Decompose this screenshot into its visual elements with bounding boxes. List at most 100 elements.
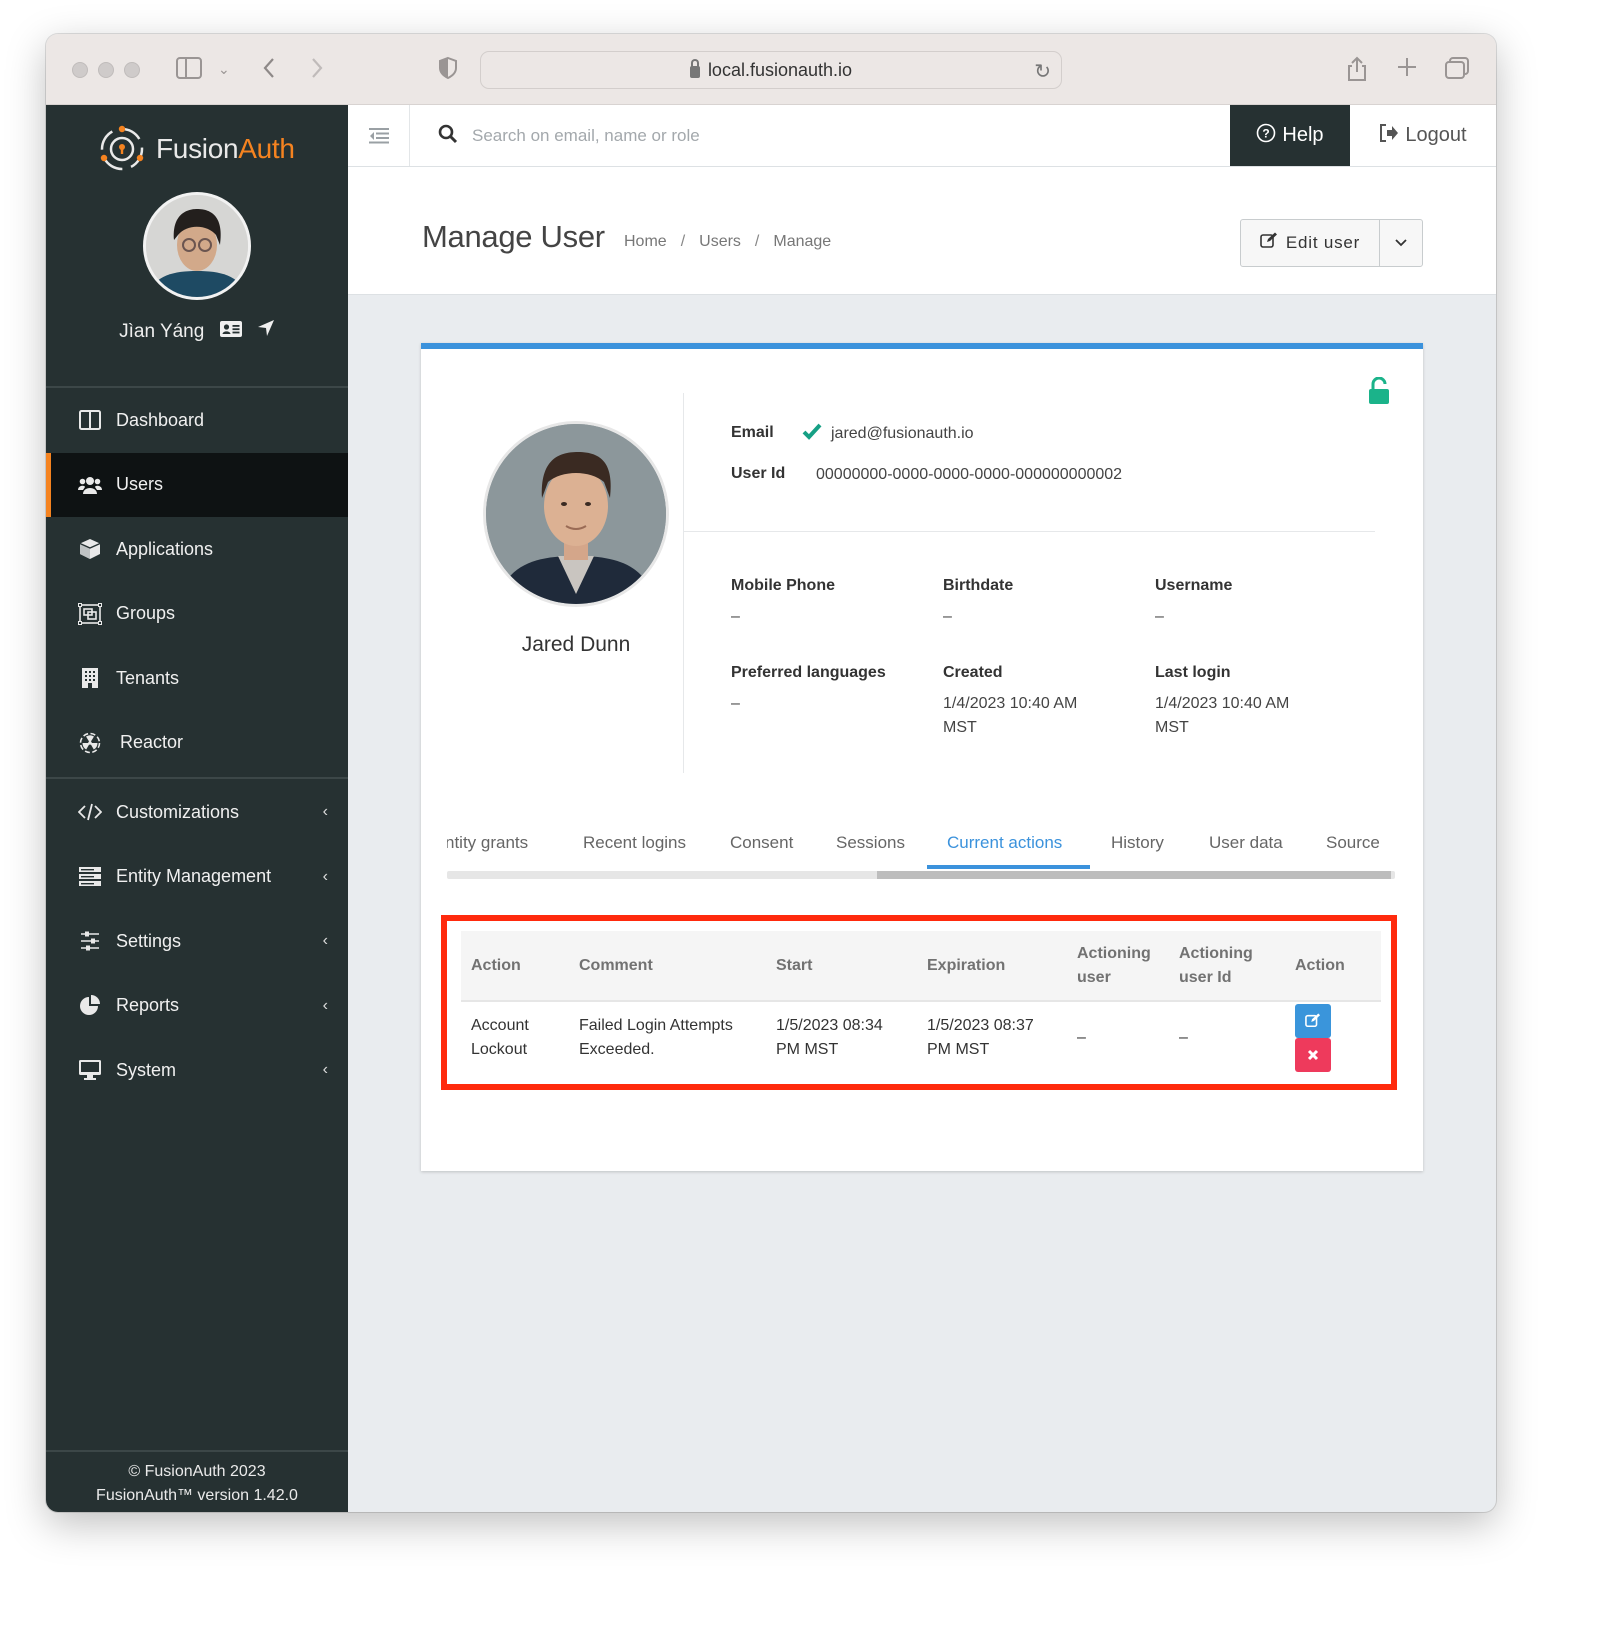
profile-divider xyxy=(683,393,684,773)
tab-current-actions[interactable]: Current actions xyxy=(947,833,1062,853)
sidebar-item-reactor[interactable]: Reactor xyxy=(46,711,348,776)
sidebar-item-dashboard[interactable]: Dashboard xyxy=(46,388,348,453)
browser-toolbar: ⌄ local.fusionauth.io ↻ xyxy=(46,34,1496,105)
sliders-icon xyxy=(78,931,102,951)
mobile-phone-value: – xyxy=(731,608,740,625)
column-header-start: Start xyxy=(766,931,917,1002)
maximize-window-button[interactable] xyxy=(124,62,140,78)
sidebar-item-groups[interactable]: Groups xyxy=(46,582,348,647)
unlock-icon[interactable] xyxy=(1367,376,1391,410)
lock-icon xyxy=(689,59,700,78)
edit-user-dropdown-toggle[interactable] xyxy=(1380,220,1422,266)
current-user-avatar[interactable] xyxy=(143,192,251,300)
preferred-languages-value: – xyxy=(731,695,740,712)
tab-source[interactable]: Source xyxy=(1326,833,1380,853)
logout-button[interactable]: Logout xyxy=(1350,105,1496,166)
breadcrumb-users[interactable]: Users xyxy=(699,233,741,251)
last-login-value: 1/4/2023 10:40 AM MST xyxy=(1155,695,1290,736)
column-header-action-buttons: Action xyxy=(1285,931,1381,1002)
sidebar-item-tenants[interactable]: Tenants xyxy=(46,646,348,711)
chevron-down-icon[interactable]: ⌄ xyxy=(218,56,230,82)
users-icon xyxy=(78,475,102,495)
server-icon xyxy=(78,866,102,887)
edit-action-button[interactable] xyxy=(1295,1003,1331,1038)
last-login-label: Last login xyxy=(1155,664,1231,681)
cell-comment: Failed Login Attempts Exceeded. xyxy=(579,1016,733,1058)
created-label: Created xyxy=(943,664,1003,681)
tab-entity-grants[interactable]: ntity grants xyxy=(447,833,528,853)
tab-history[interactable]: History xyxy=(1111,833,1164,853)
fusionauth-logo-icon xyxy=(98,125,146,173)
shield-icon[interactable] xyxy=(438,56,458,86)
search-input[interactable] xyxy=(472,119,1172,153)
help-button[interactable]: ? Help xyxy=(1230,105,1350,166)
breadcrumb-home[interactable]: Home xyxy=(624,233,667,251)
url-text: local.fusionauth.io xyxy=(707,59,853,80)
sidebar-item-system[interactable]: System ‹ xyxy=(46,1038,348,1103)
location-arrow-icon[interactable] xyxy=(257,319,275,342)
sidebar-item-label: Tenants xyxy=(116,667,180,688)
active-tab-indicator xyxy=(927,865,1090,869)
search-icon xyxy=(438,124,458,149)
tab-consent[interactable]: Consent xyxy=(730,833,793,853)
desktop-icon xyxy=(78,1059,102,1081)
reload-icon[interactable]: ↻ xyxy=(1034,59,1051,84)
chevron-left-icon: ‹ xyxy=(322,1061,328,1079)
cell-expiration: 1/5/2023 08:37 PM MST xyxy=(927,1016,1034,1058)
id-card-icon[interactable] xyxy=(219,321,242,342)
sidebar-item-users[interactable]: Users xyxy=(46,452,348,517)
tabs-scrollbar-thumb[interactable] xyxy=(877,871,1391,879)
sidebar-item-label: Reports xyxy=(116,995,180,1016)
close-window-button[interactable] xyxy=(72,62,88,78)
chevron-left-icon: ‹ xyxy=(322,996,328,1014)
back-icon[interactable] xyxy=(262,56,276,86)
chevron-left-icon: ‹ xyxy=(322,867,328,885)
cell-action: Account Lockout xyxy=(471,1016,529,1058)
tab-user-data[interactable]: User data xyxy=(1209,833,1283,853)
menu-toggle-button[interactable] xyxy=(348,105,410,166)
sidebar-item-label: System xyxy=(116,1059,177,1080)
remove-action-button[interactable] xyxy=(1295,1037,1331,1072)
sidebar-item-entity-management[interactable]: Entity Management ‹ xyxy=(46,845,348,910)
minimize-window-button[interactable] xyxy=(98,62,114,78)
close-icon xyxy=(1307,1049,1319,1060)
pie-chart-icon xyxy=(78,994,102,1017)
tab-sessions[interactable]: Sessions xyxy=(836,833,905,853)
tabs-overview-icon[interactable] xyxy=(1444,56,1470,86)
birthdate-label: Birthdate xyxy=(943,577,1014,594)
sidebar-nav-primary: Dashboard Users Applications Groups Tena… xyxy=(46,388,348,775)
sidebar-item-applications[interactable]: Applications xyxy=(46,517,348,582)
column-header-expiration: Expiration xyxy=(917,931,1067,1002)
sidebar-item-customizations[interactable]: Customizations ‹ xyxy=(46,780,348,845)
sidebar-item-label: Users xyxy=(116,474,164,495)
sidebar-item-label: Applications xyxy=(116,538,214,559)
sidebar: FusionAuth Jìan Yáng Dashboard Users App… xyxy=(46,105,348,1512)
cell-action-buttons xyxy=(1285,1001,1381,1073)
sidebar-item-reports[interactable]: Reports ‹ xyxy=(46,974,348,1039)
chevron-left-icon: ‹ xyxy=(322,932,328,950)
sidebar-nav-secondary: Customizations ‹ Entity Management ‹ Set… xyxy=(46,780,348,1103)
breadcrumb: Home / Users / Manage xyxy=(624,233,831,251)
edit-icon xyxy=(1260,232,1278,254)
address-bar[interactable]: local.fusionauth.io ↻ xyxy=(480,51,1062,89)
username-value: – xyxy=(1155,608,1164,625)
table-row: Account Lockout Failed Login Attempts Ex… xyxy=(461,1001,1381,1073)
logout-label: Logout xyxy=(1405,124,1467,146)
edit-user-button[interactable]: Edit user xyxy=(1241,220,1380,266)
cell-actioning-user-id: – xyxy=(1179,1028,1188,1046)
tabs-scrollbar[interactable] xyxy=(447,871,1395,879)
sidebar-toggle-icon[interactable] xyxy=(176,56,204,86)
email-label: Email xyxy=(731,424,774,441)
tab-recent-logins[interactable]: Recent logins xyxy=(583,833,686,853)
fusionauth-logo[interactable]: FusionAuth xyxy=(98,125,295,173)
new-tab-icon[interactable] xyxy=(1396,56,1418,84)
sidebar-item-settings[interactable]: Settings ‹ xyxy=(46,909,348,974)
breadcrumb-separator: / xyxy=(754,233,760,250)
forward-icon[interactable] xyxy=(310,56,324,86)
top-bar: ? Help Logout xyxy=(348,105,1496,167)
table-header-row: Action Comment Start Expiration Actionin… xyxy=(461,931,1381,1002)
svg-text:?: ? xyxy=(1263,126,1270,140)
share-icon[interactable] xyxy=(1346,56,1368,88)
sidebar-item-label: Settings xyxy=(116,930,182,951)
column-header-actioning-user: Actioning user xyxy=(1067,931,1169,1002)
